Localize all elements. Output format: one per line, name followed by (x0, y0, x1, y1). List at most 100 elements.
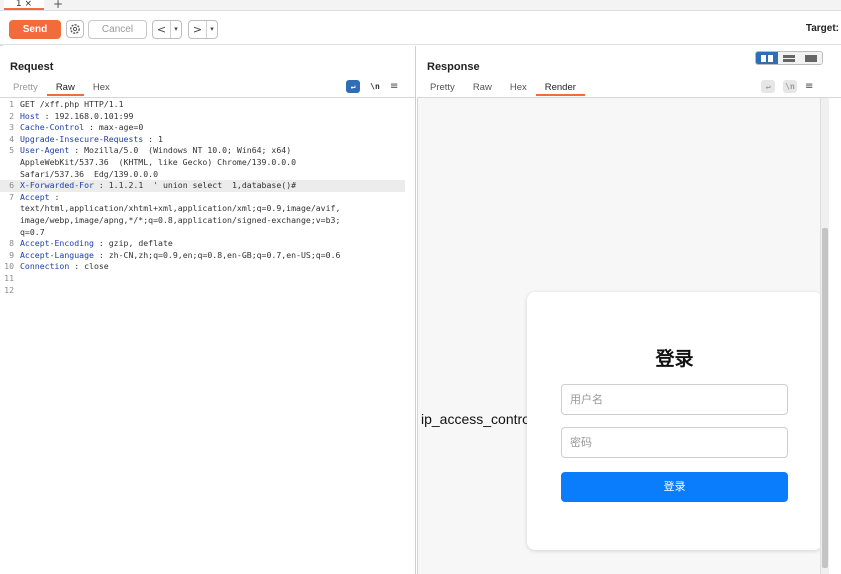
settings-button[interactable] (66, 20, 84, 38)
header-separator: : (84, 122, 99, 133)
back-history-dropdown[interactable]: ▾ (170, 21, 181, 38)
header-value: Mozilla/5.0 (Windows NT 10.0; Win64; x64… (84, 145, 292, 156)
header-separator: : (93, 249, 109, 260)
code-line: text/html,application/xhtml+xml,applicat… (0, 203, 405, 215)
show-newlines-icon[interactable]: \n (783, 80, 797, 93)
menu-icon[interactable]: ≡ (390, 81, 398, 92)
header-value: Safari/537.36 Edg/139.0.0.0 (20, 168, 159, 179)
menu-icon[interactable]: ≡ (805, 81, 813, 92)
request-editor[interactable]: 1 GET /xff.php HTTP/1.1 2 Host : 192.168.0.… (0, 99, 415, 574)
line-number: 2 (9, 110, 14, 121)
code-line: 5 User-Agent : Mozilla/5.0 (Windows NT 10… (0, 145, 405, 157)
header-value: q=0.7 (20, 226, 45, 237)
toolbar: Send Cancel < ▾ > ▾ Target: (0, 11, 841, 45)
columns-icon (761, 54, 773, 62)
request-panel: Request Pretty Raw Hex ↵ \n ≡ 1 GET /xff.… (0, 46, 416, 574)
forward-arrow-button[interactable]: > (189, 21, 206, 38)
code-line: 8 Accept-Encoding : gzip, deflate (0, 238, 405, 250)
code-line: 7 Accept : (0, 192, 405, 204)
line-number: 10 (4, 261, 14, 272)
back-arrow-button[interactable]: < (153, 21, 170, 38)
code-line: 3 Cache-Control : max-age=0 (0, 122, 405, 134)
header-separator: : (39, 110, 55, 121)
header-separator: : (69, 145, 85, 156)
line-number: 4 (9, 133, 14, 144)
header-value: 192.168.0.101:99 (54, 110, 134, 121)
code-line: 2 Host : 192.168.0.101:99 (0, 111, 405, 123)
header-separator: : (93, 238, 109, 249)
forward-history-dropdown[interactable]: ▾ (206, 21, 217, 38)
header-name: Accept (20, 191, 50, 202)
cancel-button[interactable]: Cancel (88, 20, 147, 39)
code-line: 10 Connection : close (0, 261, 405, 273)
code-line: 1 GET /xff.php HTTP/1.1 (0, 99, 405, 111)
line-number: 6 (9, 180, 14, 191)
header-value: image/webp,image/apng,*/*;q=0.8,applicat… (20, 215, 341, 225)
line-number: 5 (9, 145, 14, 156)
line-number: 9 (9, 249, 14, 260)
code-line: q=0.7 (0, 227, 405, 239)
header-name: User-Agent (20, 145, 70, 156)
response-panel: Response Pretty Raw Hex Render ↵ \n ≡ ip… (417, 46, 841, 574)
header-value: close (84, 261, 109, 272)
tab-hex[interactable]: Hex (501, 82, 536, 96)
header-value: text/html,application/xhtml+xml,applicat… (20, 203, 341, 214)
line-number: 11 (4, 273, 14, 283)
login-button[interactable]: 登录 (561, 472, 788, 502)
code-line: 4 Upgrade-Insecure-Requests : 1 (0, 134, 405, 146)
target-label: Target: (805, 23, 839, 34)
ip-access-control-text: ip_access_control (421, 411, 534, 427)
single-pane-icon (805, 54, 817, 62)
tab-raw[interactable]: Raw (464, 82, 501, 96)
header-separator: : (49, 191, 60, 202)
header-name: Upgrade-Insecure-Requests (20, 133, 144, 144)
header-separator: : (143, 133, 159, 144)
line-number: 8 (9, 238, 14, 249)
password-input[interactable]: 密码 (561, 427, 788, 458)
header-value: 1 (158, 133, 163, 144)
tab-pretty[interactable]: Pretty (421, 82, 464, 96)
show-newlines-icon[interactable]: \n (368, 80, 382, 93)
response-view-tabs: Pretty Raw Hex Render (421, 82, 585, 98)
header-name: Connection (20, 261, 70, 272)
new-tab-button[interactable]: + (53, 0, 63, 11)
code-line: image/webp,image/apng,*/*;q=0.8,applicat… (0, 215, 405, 227)
tab-pretty[interactable]: Pretty (4, 82, 47, 96)
request-view-tabs: Pretty Raw Hex (4, 82, 119, 98)
word-wrap-icon[interactable]: ↵ (346, 80, 360, 93)
header-name: X-Forwarded-For (20, 180, 94, 191)
code-line: 6 X-Forwarded-For : 1.1.2.1 ' union selec… (0, 180, 405, 192)
scrollbar-thumb[interactable] (822, 228, 828, 568)
send-button[interactable]: Send (9, 20, 61, 39)
render-view: ip_access_control 登录 用户名 密码 登录 (417, 98, 829, 574)
code-line: 12 (0, 285, 405, 297)
layout-tabs-button[interactable] (800, 52, 822, 64)
response-editor-icons: ↵ \n ≡ (761, 80, 813, 93)
response-title: Response (427, 61, 480, 73)
request-editor-icons: ↵ \n ≡ (346, 80, 398, 93)
header-value: zh-CN,zh;q=0.9,en;q=0.8,en-GB;q=0.7,en-U… (108, 249, 341, 260)
layout-stacked-button[interactable] (778, 52, 800, 64)
back-nav: < ▾ (152, 20, 182, 39)
header-name: Host (20, 110, 40, 121)
line-number: 3 (9, 122, 14, 133)
header-name: GET /xff.php HTTP/1.1 (20, 99, 124, 109)
repeater-tab-1[interactable]: 1 × (4, 0, 44, 10)
username-input[interactable]: 用户名 (561, 384, 788, 415)
header-name: Accept-Encoding (20, 238, 94, 249)
tab-hex[interactable]: Hex (84, 82, 119, 96)
header-value: max-age=0 (98, 122, 144, 133)
layout-side-by-side-button[interactable] (756, 52, 778, 64)
header-value: gzip, deflate (108, 238, 173, 249)
header-separator: : (69, 261, 85, 272)
render-scrollbar[interactable] (820, 98, 829, 574)
forward-nav: > ▾ (188, 20, 218, 39)
header-value: 1.1.2.1 ' union select 1,database()# (108, 180, 297, 191)
word-wrap-icon[interactable]: ↵ (761, 80, 775, 93)
header-name: Cache-Control (20, 122, 85, 133)
tab-raw[interactable]: Raw (46, 82, 84, 96)
tab-render[interactable]: Render (535, 82, 585, 96)
login-card: 登录 用户名 密码 登录 (527, 292, 822, 550)
request-title: Request (10, 61, 54, 73)
code-line: 11 (0, 273, 405, 285)
